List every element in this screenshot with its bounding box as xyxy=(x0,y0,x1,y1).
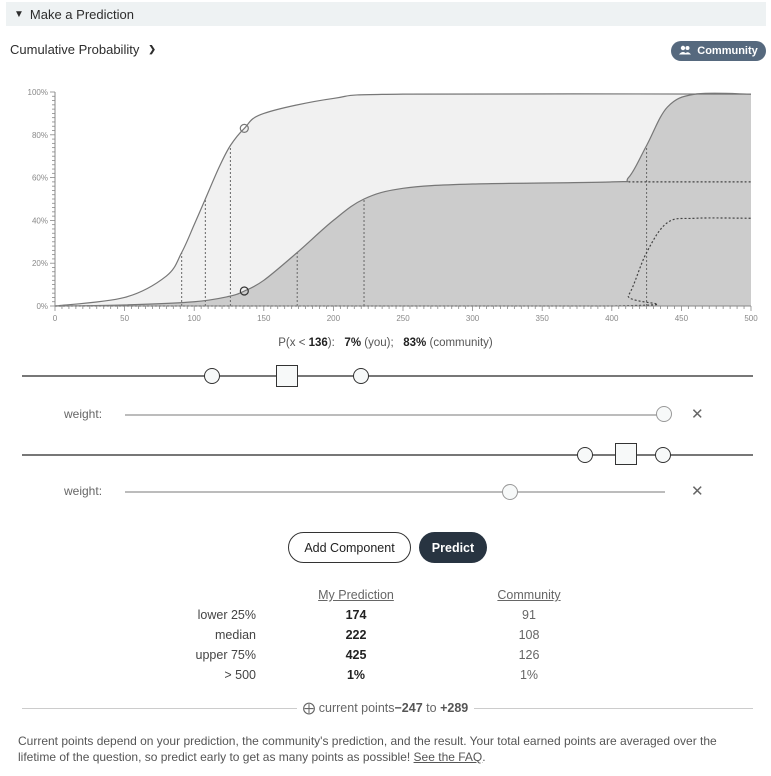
readout-community-value: 83% xyxy=(403,337,427,349)
my-value: 222 xyxy=(345,628,367,642)
faq-link[interactable]: See the FAQ xyxy=(414,750,483,764)
x-tick-label: 450 xyxy=(675,314,689,323)
x-tick-label: 350 xyxy=(536,314,550,323)
current-points: ⨁ current points−247 to +289 xyxy=(0,700,771,715)
y-tick-label: 80% xyxy=(32,131,48,140)
x-tick-label: 250 xyxy=(396,314,410,323)
y-tick-label: 100% xyxy=(28,88,48,97)
my-value: 1% xyxy=(346,668,366,682)
stats-header-blank xyxy=(180,585,256,605)
table-row: > 500 1% 1% xyxy=(180,665,602,685)
component-2-high-handle[interactable] xyxy=(655,447,671,463)
predict-button[interactable]: Predict xyxy=(419,532,487,563)
row-label: upper 75% xyxy=(195,648,256,662)
row-label: median xyxy=(215,628,256,642)
prediction-stats-table: My Prediction Community lower 25% 174 91… xyxy=(180,585,602,685)
x-tick-label: 500 xyxy=(744,314,758,323)
table-row: upper 75% 425 126 xyxy=(180,645,602,665)
stats-header-row: My Prediction Community xyxy=(180,585,602,605)
y-tick-label: 40% xyxy=(32,216,48,225)
cdf-chart[interactable]: 0 50 100 150 200 250 300 350 400 450 500 0% 20% 40% 60… xyxy=(0,80,771,330)
community-toggle-button[interactable]: Community xyxy=(671,41,766,61)
x-tick-label: 0 xyxy=(53,314,58,323)
section-title: Make a Prediction xyxy=(29,6,134,22)
probability-readout: P(x < 136): 7% (you); 83% (community) xyxy=(0,337,771,349)
chart-mode-value: Cumulative Probability xyxy=(10,42,140,57)
my-value: 174 xyxy=(345,608,367,622)
my-value: 425 xyxy=(345,648,367,662)
readout-prefix: P(x < xyxy=(278,337,309,349)
x-tick-label: 200 xyxy=(327,314,341,323)
close-icon[interactable]: ✕ xyxy=(691,405,704,423)
readout-you-value: 7% xyxy=(344,337,362,349)
chart-mode-select[interactable]: Cumulative Probability ❯ xyxy=(10,42,156,57)
my-prediction-header[interactable]: My Prediction xyxy=(256,585,456,605)
community-header[interactable]: Community xyxy=(456,585,602,605)
component-2-weight-label: weight: xyxy=(64,484,103,498)
make-prediction-header[interactable]: ▼ Make a Prediction xyxy=(6,2,766,26)
triangle-down-icon: ▼ xyxy=(14,8,24,20)
footnote-end: . xyxy=(482,750,486,764)
community-value: 108 xyxy=(518,628,540,642)
x-tick-label: 50 xyxy=(120,314,129,323)
community-value: 1% xyxy=(519,668,539,682)
points-low: −247 xyxy=(394,701,423,715)
users-icon xyxy=(679,45,692,58)
component-1-low-handle[interactable] xyxy=(204,368,220,384)
points-high: +289 xyxy=(440,701,469,715)
component-1-weight-label: weight: xyxy=(64,407,103,421)
readout-x: 136 xyxy=(308,337,328,349)
y-tick-label: 0% xyxy=(36,302,48,311)
add-component-button[interactable]: Add Component xyxy=(288,532,411,563)
row-label: lower 25% xyxy=(197,608,256,622)
chevron-down-icon: ❯ xyxy=(148,44,156,54)
y-tick-label: 60% xyxy=(32,174,48,183)
community-value: 126 xyxy=(518,648,540,662)
component-2-center-handle[interactable] xyxy=(615,443,637,465)
plus-circle-icon: ⨁ xyxy=(302,701,316,715)
points-footnote: Current points depend on your prediction… xyxy=(18,733,758,765)
component-2-low-handle[interactable] xyxy=(577,447,593,463)
row-label: > 500 xyxy=(224,668,256,682)
table-row: lower 25% 174 91 xyxy=(180,605,602,625)
community-value: 91 xyxy=(522,608,536,622)
component-1-high-handle[interactable] xyxy=(353,368,369,384)
x-tick-label: 150 xyxy=(257,314,271,323)
component-2-weight-handle[interactable] xyxy=(502,484,518,500)
footnote-text: Current points depend on your prediction… xyxy=(18,734,717,764)
component-1-weight-handle[interactable] xyxy=(656,406,672,422)
component-2-track[interactable] xyxy=(22,454,753,456)
close-icon[interactable]: ✕ xyxy=(691,482,704,500)
readout-community-label: (community) xyxy=(429,337,493,349)
points-label: current points xyxy=(318,701,395,715)
table-row: median 222 108 xyxy=(180,625,602,645)
community-toggle-label: Community xyxy=(697,45,758,57)
component-1-center-handle[interactable] xyxy=(276,365,298,387)
component-1-weight-slider[interactable] xyxy=(125,414,665,416)
component-1-track[interactable] xyxy=(22,375,753,377)
x-tick-label: 300 xyxy=(466,314,480,323)
component-2-weight-slider[interactable] xyxy=(125,491,665,493)
x-tick-label: 100 xyxy=(188,314,202,323)
y-tick-label: 20% xyxy=(32,259,48,268)
points-to: to xyxy=(426,701,437,715)
x-tick-label: 400 xyxy=(605,314,619,323)
readout-suffix: ): xyxy=(327,337,335,349)
readout-you-label: (you); xyxy=(364,337,394,349)
